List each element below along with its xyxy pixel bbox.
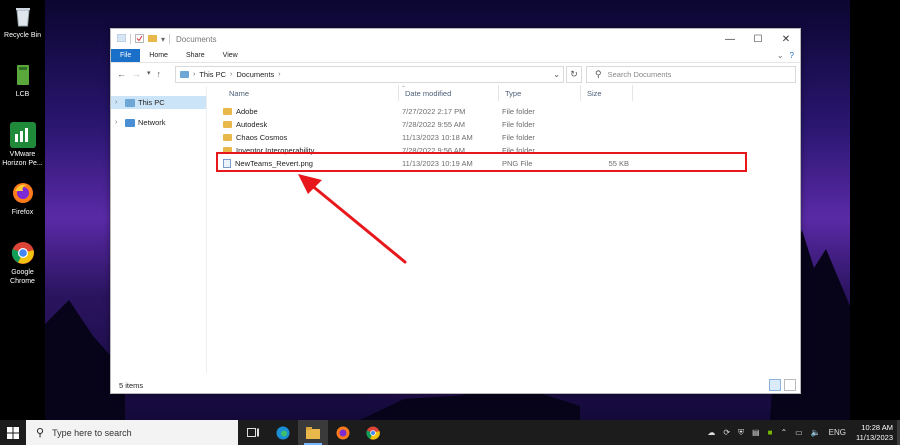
volume-icon[interactable]: 🔈 — [811, 428, 821, 437]
taskbar-search-box[interactable]: ⚲ Type here to search — [26, 420, 238, 445]
edge-icon — [276, 426, 290, 439]
clock-date: 11/13/2023 — [856, 432, 893, 442]
taskbar: ⚲ Type here to search ☁ ⟳ ⛨ ▤ ■ ⌃ ▭ 🔈 EN… — [0, 420, 900, 445]
clock[interactable]: 10:28 AM 11/13/2023 — [856, 423, 893, 443]
taskbar-edge[interactable] — [268, 420, 298, 445]
firefox-icon — [336, 426, 350, 439]
show-hidden-icons[interactable]: ⌃ — [780, 428, 787, 437]
chrome-icon — [366, 426, 380, 440]
cloud-icon[interactable]: ☁ — [707, 428, 715, 437]
taskbar-file-explorer[interactable] — [298, 420, 328, 445]
search-icon: ⚲ — [36, 427, 45, 439]
network-icon[interactable]: ▭ — [795, 428, 803, 437]
windows-icon — [7, 426, 19, 439]
taskbar-search-placeholder: Type here to search — [52, 427, 132, 438]
printer-icon[interactable]: ▤ — [752, 428, 760, 437]
system-tray: ☁ ⟳ ⛨ ▤ ■ ⌃ ▭ 🔈 ENG 10:28 AM 11/13/2023 — [703, 420, 900, 445]
nvidia-icon[interactable]: ■ — [768, 428, 773, 437]
language-indicator[interactable]: ENG — [829, 428, 846, 437]
start-button[interactable] — [0, 420, 26, 445]
task-view-icon — [246, 428, 259, 437]
file-explorer-icon — [306, 426, 320, 439]
task-view-button[interactable] — [238, 420, 268, 445]
annotation-arrow — [298, 174, 407, 264]
taskbar-firefox[interactable] — [328, 420, 358, 445]
antivirus-icon[interactable]: ⛨ — [738, 428, 744, 438]
sync-icon[interactable]: ⟳ — [723, 428, 730, 437]
taskbar-chrome[interactable] — [358, 420, 388, 445]
clock-time: 10:28 AM — [861, 422, 893, 432]
